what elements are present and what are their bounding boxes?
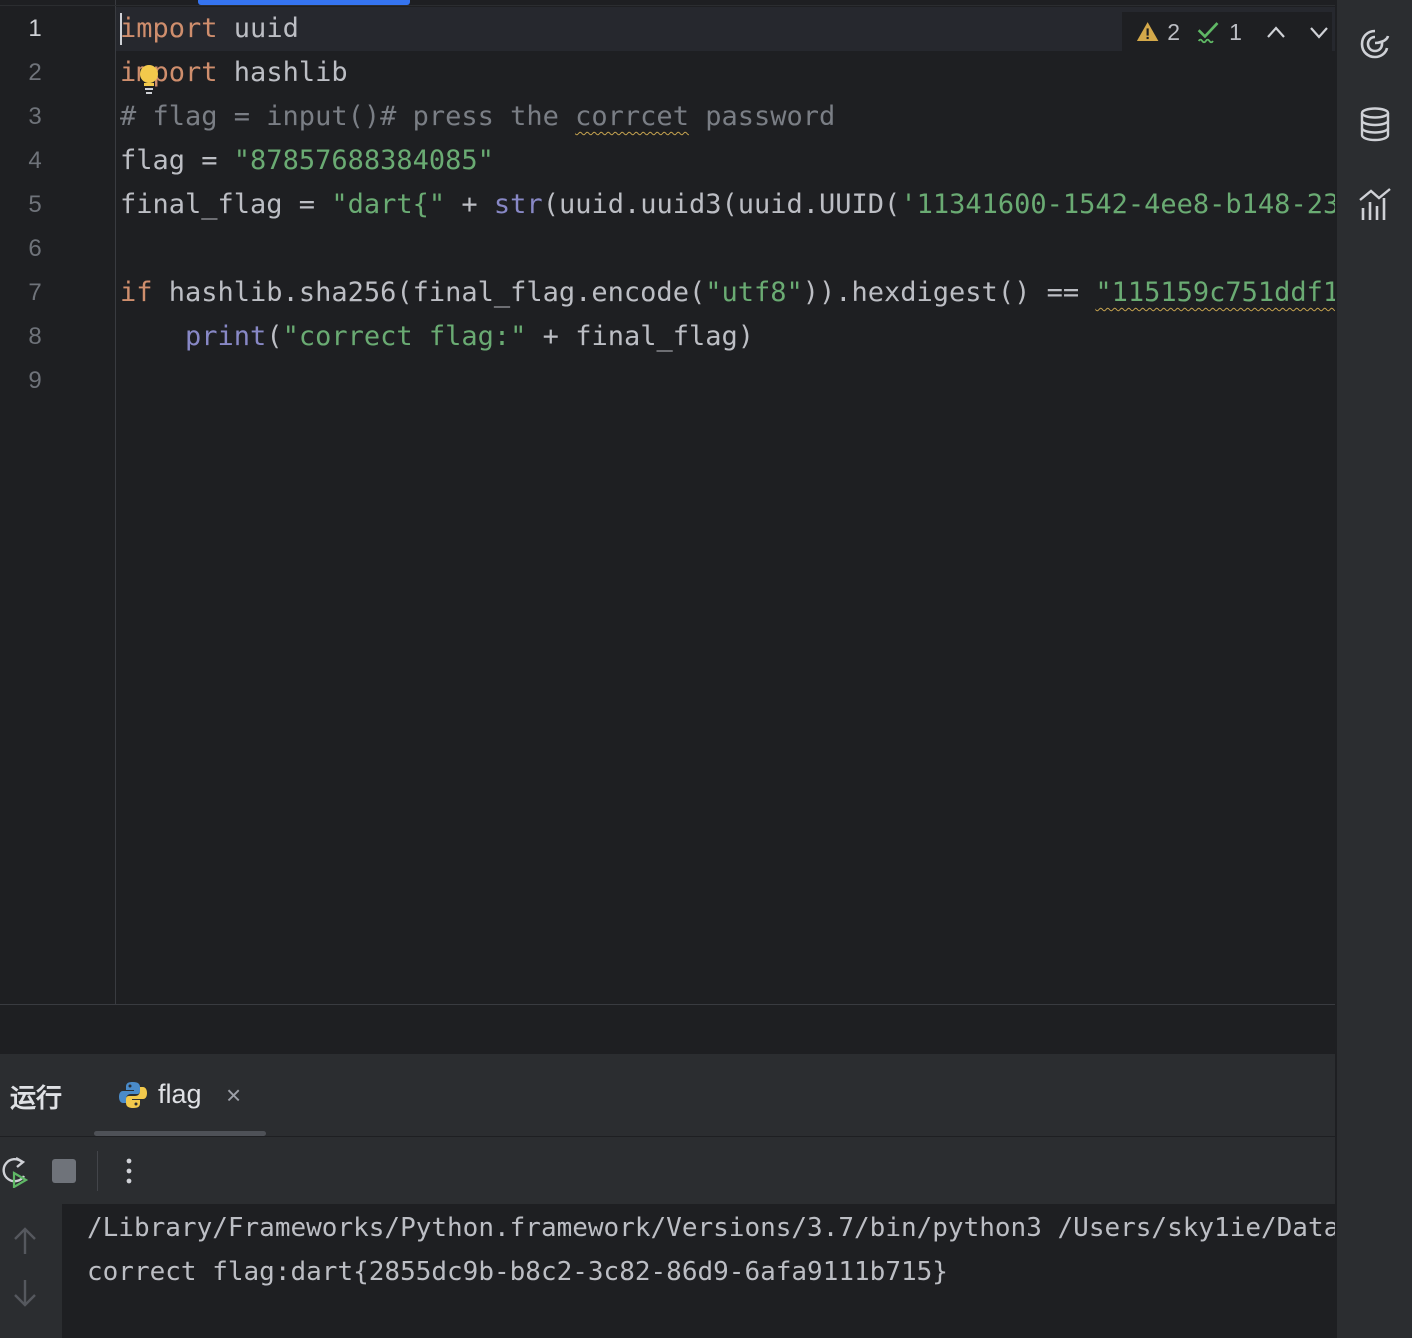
code-token: password: [688, 101, 836, 132]
run-tab-label: flag: [158, 1079, 202, 1109]
right-tool-strip: [1336, 0, 1412, 1338]
code-token: "correct flag:": [282, 321, 527, 352]
code-token: import: [120, 57, 218, 88]
line-number: 5: [28, 191, 42, 218]
run-tool-window-header: 运行 flag ×: [0, 1054, 1335, 1137]
text-caret: [120, 13, 122, 45]
warning-icon: [1136, 22, 1159, 41]
run-window-title: 运行: [10, 1083, 63, 1113]
code-token: print: [185, 321, 267, 352]
previous-highlight-button[interactable]: [1264, 18, 1289, 46]
code-token: (: [266, 321, 283, 352]
code-token: '11341600-1542-4ee8-b148-23940: [900, 189, 1335, 220]
line-number: 6: [28, 235, 42, 262]
code-area[interactable]: import uuid import hashlib # flag = input(…: [120, 7, 1335, 403]
code-line: import hashlib: [120, 51, 1335, 95]
code-line: final_flag = "dart{" + str(uuid.uuid3(uu…: [120, 183, 1335, 227]
line-number: 4: [28, 147, 42, 174]
close-tab-button[interactable]: ×: [226, 1082, 241, 1108]
code-token: uuid: [217, 13, 299, 44]
code-line: print("correct flag:" + final_flag): [120, 315, 1335, 359]
python-icon: [119, 1082, 147, 1108]
stop-icon[interactable]: [52, 1159, 76, 1183]
code-editor[interactable]: 123456789 import uuid import hashlib # fla…: [0, 0, 1335, 1004]
code-token: flag =: [120, 145, 234, 176]
code-token: final_flag =: [120, 189, 332, 220]
code-token: corrcet: [575, 101, 689, 132]
code-token: "dart{": [331, 189, 446, 220]
run-toolbar: [0, 1137, 1335, 1204]
code-token: +: [445, 189, 494, 220]
line-number: 2: [28, 59, 42, 86]
ai-assistant-icon[interactable]: [1357, 26, 1393, 62]
line-number: 1: [28, 15, 42, 42]
arrow-down-icon[interactable]: [12, 1278, 38, 1308]
line-number: 7: [28, 279, 42, 306]
console-output[interactable]: /Library/Frameworks/Python.framework/Ver…: [62, 1204, 1335, 1338]
console-line: /Library/Frameworks/Python.framework/Ver…: [87, 1213, 1335, 1243]
code-line: if hashlib.sha256(final_flag.encode("utf…: [120, 271, 1335, 315]
editor-top-border: [0, 5, 1335, 6]
editor-bottom-spacer: [0, 1004, 1335, 1055]
check-icon: [1197, 22, 1219, 44]
console-line: correct flag:dart{2855dc9b-b8c2-3c82-86d…: [87, 1257, 948, 1287]
code-token: import: [120, 13, 218, 44]
code-token: "115159c751ddf16c5: [1095, 277, 1335, 308]
code-token: + final_flag): [526, 321, 754, 352]
warning-count: 2: [1167, 18, 1181, 45]
lightbulb-icon[interactable]: [139, 64, 159, 94]
more-icon[interactable]: [117, 1153, 141, 1189]
line-number: 3: [28, 103, 42, 130]
code-token: # flag = input()# press the: [120, 101, 576, 132]
arrow-up-icon[interactable]: [12, 1226, 38, 1256]
code-token: hashlib.sha256(final_flag.encode(: [152, 277, 706, 308]
code-token: hashlib: [217, 57, 348, 88]
line-number: 8: [28, 323, 42, 350]
database-icon[interactable]: [1357, 106, 1393, 142]
typo-count: 1: [1229, 18, 1242, 45]
chevron-up-icon: [1267, 26, 1286, 38]
code-token: )).hexdigest() ==: [802, 277, 1096, 308]
inspection-widget[interactable]: 2 1: [1122, 12, 1332, 52]
toolbar-separator: [97, 1151, 98, 1191]
active-tab-indicator: [94, 1131, 266, 1136]
code-line: # flag = input()# press the corrcet pass…: [120, 95, 1335, 139]
profiler-icon[interactable]: [1357, 186, 1393, 222]
chevron-down-icon: [1310, 27, 1329, 39]
next-highlight-button[interactable]: [1307, 18, 1332, 46]
run-tab-flag[interactable]: flag ×: [94, 1054, 266, 1136]
code-token: str: [493, 189, 543, 220]
console-side-toolbar: [0, 1204, 62, 1338]
code-token: if: [120, 277, 153, 308]
code-token: "87857688384085": [233, 145, 494, 176]
code-line: flag = "87857688384085": [120, 139, 1335, 183]
rerun-icon[interactable]: [0, 1154, 32, 1188]
line-number: 9: [28, 367, 42, 394]
code-token: "utf8": [705, 277, 803, 308]
code-token: (uuid.uuid3(uuid.UUID(: [542, 189, 901, 220]
